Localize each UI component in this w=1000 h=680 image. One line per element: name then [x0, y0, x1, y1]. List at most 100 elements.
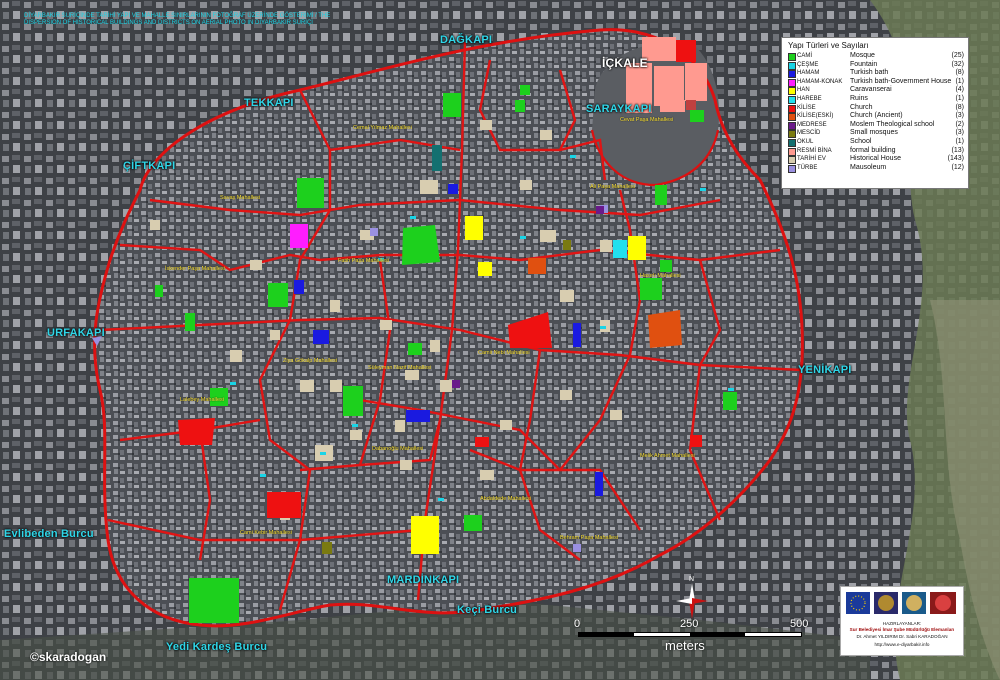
legend-code: ÇEŞME: [797, 61, 819, 68]
legend-row: HAREBE Ruins (1): [782, 95, 968, 104]
legend-count: (4): [955, 86, 964, 94]
district-label: Dabanoğlu Mahallesi: [372, 446, 424, 452]
legend-count: (25): [951, 52, 964, 59]
scale-tick: 500: [790, 618, 809, 630]
legend-description: Caravanserai: [850, 86, 892, 94]
district-label: Cemal Yılmaz Mahallesi: [353, 125, 412, 131]
legend-description: Ruins: [850, 94, 868, 102]
legend-row: HAMAM Turkish bath (8): [782, 69, 968, 79]
gate-label-tekkapi: TEKKAPI: [244, 97, 294, 109]
legend-row: TARİHİ EV Historical House (143): [782, 155, 968, 165]
gate-label-dagkapi: DAĞKAPI: [440, 34, 493, 46]
label-ickale: İÇKALE: [602, 56, 648, 70]
legend-count: (13): [951, 146, 964, 154]
credits-authors: Dr. Ahmet YILDIRIM Dr. Sabri KARADOĞAN: [856, 634, 948, 639]
legend-description: Turkish bath: [850, 69, 889, 77]
legend-row: RESMİ BİNA formal building (13): [782, 147, 968, 156]
district-label: Lalebey Mahallesi: [180, 397, 225, 403]
scale-tick: 250: [680, 618, 699, 630]
legend-row: OKUL School (1): [782, 138, 968, 147]
legend-row: KİLİSE(ESKİ) Church (Ancient) (3): [782, 112, 968, 122]
legend-count: (1): [955, 137, 964, 145]
legend-description: formal building: [850, 146, 896, 154]
legend-description: Church (Ancient): [850, 112, 903, 120]
legend-code: TARİHİ EV: [797, 156, 826, 163]
legend-row: ÇEŞME Fountain (32): [782, 61, 968, 70]
legend-title: Yapı Türleri ve Sayıları: [788, 41, 869, 50]
school: [432, 145, 442, 171]
scale-bar: 0 250 500 meters: [570, 618, 810, 658]
aerial-map[interactable]: DİYARBAKIR SURİÇİNDE TARİHİ YAPI VE MAHA…: [0, 0, 1000, 680]
ruins: [613, 240, 627, 258]
gate-label-ciftkapi: ÇİFTKAPI: [123, 160, 176, 172]
citadel-building: [686, 100, 696, 110]
district-label: Camii Nebi Mahallesi: [478, 350, 530, 356]
legend-code: TÜRBE: [797, 164, 818, 171]
legend-count: (1): [955, 94, 964, 102]
district-label: Süleyman Nazif Mahallesi: [368, 365, 432, 371]
legend-count: (12): [951, 163, 964, 171]
legend-row: HAMAM-KONAK Turkish bath-Government House…: [782, 78, 968, 87]
legend-count: (8): [955, 69, 964, 77]
legend-code: KİLİSE(ESKİ): [797, 113, 834, 120]
institution-logos: [846, 592, 956, 614]
legend-code: MEDRESE: [797, 121, 827, 128]
legend-count: (143): [947, 155, 964, 163]
legend-count: (8): [955, 103, 964, 111]
legend-code: HAMAM-KONAK: [797, 78, 843, 85]
credits-org: Sur Belediyesi İmar Şube Müdürlüğü Elema…: [849, 627, 955, 632]
gate-label-saraykapi: SARAYKAPI: [586, 103, 652, 115]
legend-description: Turkish bath-Government House: [850, 77, 952, 85]
legend-row: MEDRESE Moslem Theological school (2): [782, 121, 968, 130]
legend-description: Church: [850, 103, 873, 111]
scale-bar-graphic: [578, 632, 802, 637]
legend-description: Small mosques: [850, 129, 898, 137]
credits-box: HAZIRLAYANLAR: Sur Belediyesi İmar Şube …: [840, 586, 964, 656]
district-label: Fatih Paşa Mahallesi: [338, 258, 390, 264]
map-legend: Yapı Türleri ve Sayıları CAMİ Mosque (25) Ç…: [781, 37, 969, 189]
legend-description: Moslem Theological school: [850, 120, 935, 128]
scale-tick: 0: [574, 618, 581, 630]
gate-label-mardinkapi: MARDİNKAPI: [387, 574, 460, 586]
district-label: Ziya Gökalp Mahallesi: [283, 358, 338, 364]
legend-row: HAN Caravanserai (4): [782, 86, 968, 96]
legend-count: (32): [951, 60, 964, 68]
legend-description: Fountain: [850, 60, 878, 68]
legend-code: MESCİD: [797, 130, 821, 137]
legend-count: (3): [955, 112, 964, 120]
district-label: Abdaldede Mahallesi: [480, 496, 532, 502]
district-label: Hasırlı Mahallesi: [640, 273, 681, 279]
map-header: DİYARBAKIR SURİÇİNDE TARİHİ YAPI VE MAHA…: [24, 13, 331, 26]
district-label: İskender Paşa Mahallesi: [165, 266, 225, 272]
legend-row: CAMİ Mosque (25): [782, 52, 968, 61]
legend-count: (1): [955, 77, 964, 85]
north-arrow-icon: N: [676, 576, 708, 619]
legend-description: School: [850, 137, 872, 145]
compass-label: N: [689, 576, 694, 583]
legend-code: RESMİ BİNA: [797, 147, 832, 154]
label-keci-burcu: Keçi Burcu: [457, 604, 518, 616]
gate-label-urfakapi: URFAKAPI: [47, 327, 105, 339]
legend-code: HAMAM: [797, 70, 820, 77]
eu-flag-icon: [846, 592, 870, 614]
copyright-text: ©skaradogan: [30, 650, 107, 664]
district-label: Cevat Paşa Mahallesi: [620, 117, 674, 123]
gate-label-yenikapi: YENİKAPI: [798, 364, 852, 376]
legend-code: OKUL: [797, 138, 814, 145]
district-label: Behram Paşa Mahallesi: [560, 535, 619, 541]
credits-url: http://www.e-diyarbakir.info: [874, 642, 930, 647]
legend-code: HAN: [797, 87, 810, 94]
turkish-bath-government-house: [290, 224, 308, 248]
scale-unit: meters: [665, 638, 705, 653]
legend-row: TÜRBE Mausoleum (12): [782, 164, 968, 173]
district-label: Savaş Mahallesi: [220, 195, 261, 201]
label-yedi-kardes-burcu: Yedi Kardeş Burcu: [166, 641, 268, 653]
legend-row: MESCİD Small mosques (3): [782, 129, 968, 139]
legend-code: HAREBE: [797, 95, 822, 102]
legend-row: KİLİSE Church (8): [782, 104, 968, 113]
credits-heading: HAZIRLAYANLAR:: [882, 621, 922, 626]
legend-count: (3): [955, 129, 964, 137]
legend-code: KİLİSE: [797, 104, 816, 111]
district-label: Cami Kebir Mahallesi: [240, 530, 292, 536]
district-label: Melik Ahmet Mahallesi: [640, 453, 695, 459]
